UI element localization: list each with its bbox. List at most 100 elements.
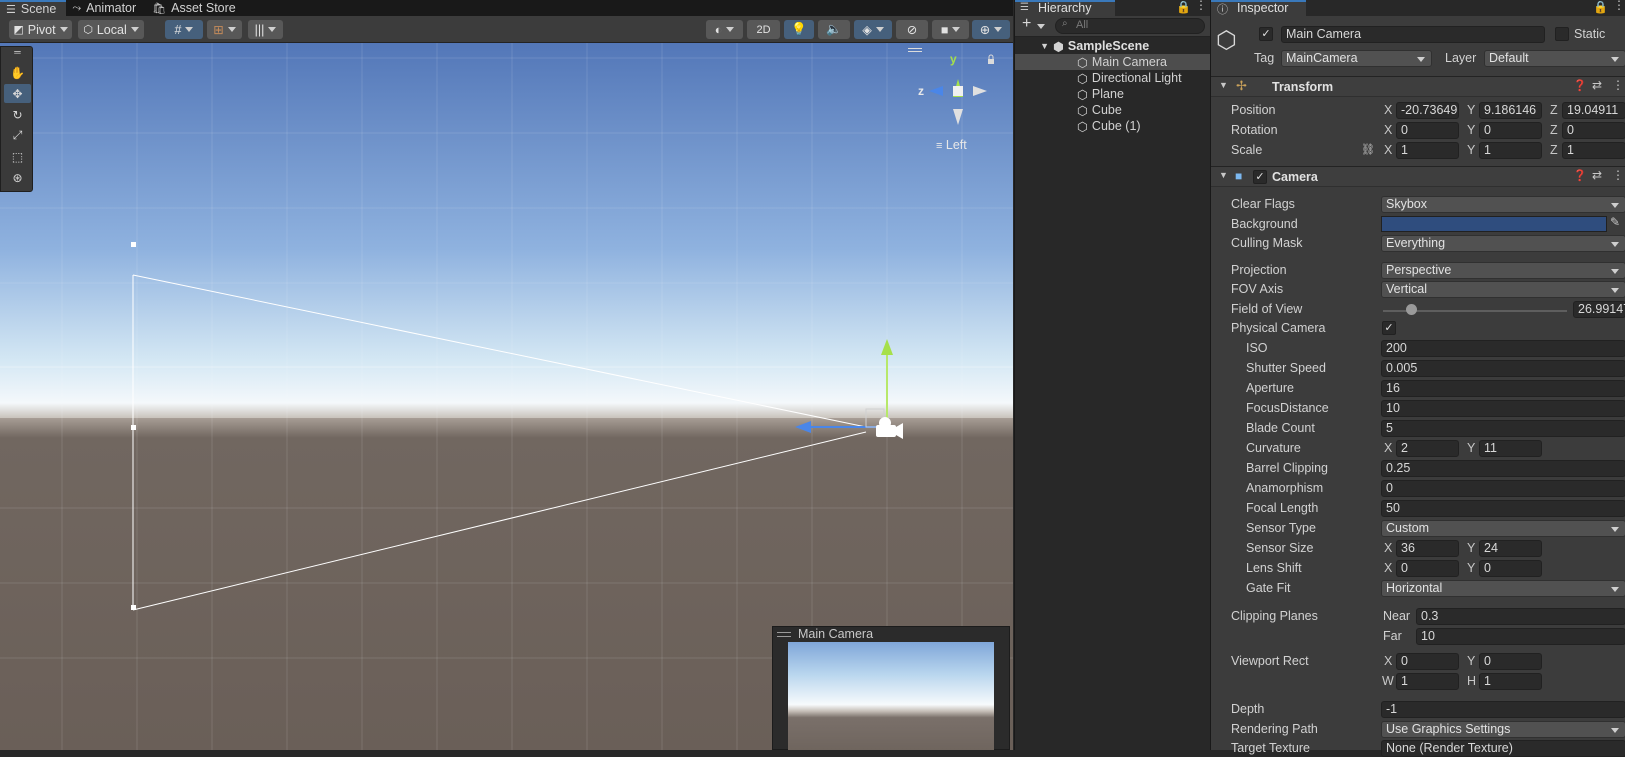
depth-field[interactable]: -1 xyxy=(1381,701,1625,718)
blade-count-field[interactable]: 5 xyxy=(1381,420,1625,437)
rotation-z-field[interactable]: 0 xyxy=(1562,122,1625,139)
aperture-field[interactable]: 16 xyxy=(1381,380,1625,397)
rotation-y-field[interactable]: 0 xyxy=(1479,122,1542,139)
static-checkbox[interactable] xyxy=(1555,27,1569,41)
tag-dropdown[interactable]: MainCamera xyxy=(1281,50,1432,67)
hierarchy-search-input[interactable]: ⌕ All xyxy=(1055,18,1205,34)
tab-asset-store[interactable]: 🛍 Asset Store xyxy=(146,0,246,16)
position-x-field[interactable]: -20.73649 xyxy=(1396,102,1459,119)
mode-2d-button[interactable]: 2D xyxy=(747,20,780,39)
lock-icon[interactable]: 🔒 xyxy=(1176,0,1191,14)
scene-visibility-toggle[interactable]: ⊘ xyxy=(896,20,928,39)
camera-enabled-checkbox[interactable]: ✓ xyxy=(1253,170,1267,184)
focus-distance-field[interactable]: 10 xyxy=(1381,400,1625,417)
hand-tool[interactable]: ✋ xyxy=(4,63,31,82)
shutter-speed-field[interactable]: 0.005 xyxy=(1381,360,1625,377)
help-icon[interactable]: ❓ xyxy=(1573,169,1587,182)
move-tool[interactable]: ✥ xyxy=(4,84,31,103)
shading-mode-button[interactable]: ◐ xyxy=(706,20,743,39)
clear-flags-dropdown[interactable]: Skybox xyxy=(1381,196,1625,213)
viewport-x-field[interactable]: 0 xyxy=(1396,653,1459,670)
scene-root-item[interactable]: ▼ ⬢ SampleScene xyxy=(1015,38,1210,54)
camera-settings-button[interactable]: ■ xyxy=(932,20,969,39)
transform-header[interactable]: ▼ ✢ Transform ❓ ⇄ ⋮ xyxy=(1211,76,1625,97)
grid-snap-button[interactable]: # xyxy=(165,20,203,39)
iso-field[interactable]: 200 xyxy=(1381,340,1625,357)
viewport-y-field[interactable]: 0 xyxy=(1479,653,1542,670)
object-name-field[interactable]: Main Camera xyxy=(1281,26,1545,43)
hierarchy-item-main-camera[interactable]: ⬡ Main Camera xyxy=(1015,54,1210,70)
active-checkbox[interactable]: ✓ xyxy=(1259,27,1273,41)
sensor-size-x-field[interactable]: 36 xyxy=(1396,540,1459,557)
create-plus-icon[interactable]: + xyxy=(1022,15,1031,33)
audio-toggle[interactable]: 🔈 xyxy=(818,20,850,39)
projection-dropdown[interactable]: Perspective xyxy=(1381,262,1625,279)
layer-dropdown[interactable]: Default xyxy=(1484,50,1625,67)
lighting-toggle[interactable]: 💡 xyxy=(784,20,814,39)
tab-inspector[interactable]: ⓘ Inspector xyxy=(1211,0,1306,16)
physical-camera-checkbox[interactable]: ✓ xyxy=(1382,321,1396,335)
near-clip-field[interactable]: 0.3 xyxy=(1416,608,1625,625)
far-clip-field[interactable]: 10 xyxy=(1416,628,1625,645)
more-options-icon[interactable]: ⋮ xyxy=(1612,168,1624,182)
transform-tool[interactable]: ⊛ xyxy=(4,168,31,187)
lens-shift-x-field[interactable]: 0 xyxy=(1396,560,1459,577)
rendering-path-dropdown[interactable]: Use Graphics Settings xyxy=(1381,721,1625,738)
background-color-field[interactable] xyxy=(1381,216,1607,232)
anamorphism-field[interactable]: 0 xyxy=(1381,480,1625,497)
effects-button[interactable]: ◈ xyxy=(854,20,892,39)
scale-y-field[interactable]: 1 xyxy=(1479,142,1542,159)
hierarchy-item-cube[interactable]: ⬡ Cube xyxy=(1015,102,1210,118)
tab-scene[interactable]: ☰ Scene xyxy=(0,0,67,16)
constrain-proportions-icon[interactable]: ⛓ xyxy=(1361,143,1375,156)
sensor-type-dropdown[interactable]: Custom xyxy=(1381,520,1625,537)
preset-icon[interactable]: ⇄ xyxy=(1592,78,1602,92)
culling-mask-dropdown[interactable]: Everything xyxy=(1381,235,1625,252)
viewport-h-field[interactable]: 1 xyxy=(1479,673,1542,690)
local-dropdown[interactable]: ⬡ Local xyxy=(78,20,144,39)
rect-tool[interactable]: ⬚ xyxy=(4,147,31,166)
tab-hierarchy[interactable]: ☰ Hierarchy xyxy=(1015,0,1115,16)
overlay-drag-icon[interactable] xyxy=(777,631,791,638)
barrel-clipping-field[interactable]: 0.25 xyxy=(1381,460,1625,477)
curvature-x-field[interactable]: 2 xyxy=(1396,440,1459,457)
static-label: Static xyxy=(1574,27,1606,41)
more-options-icon[interactable]: ⋮ xyxy=(1613,0,1625,12)
help-icon[interactable]: ❓ xyxy=(1573,79,1587,92)
fov-axis-dropdown[interactable]: Vertical xyxy=(1381,281,1625,298)
fov-value-field[interactable]: 26.99147 xyxy=(1573,301,1625,318)
tab-animator[interactable]: ⤳ Animator xyxy=(66,0,146,16)
scale-x-field[interactable]: 1 xyxy=(1396,142,1459,159)
focal-length-field[interactable]: 50 xyxy=(1381,500,1625,517)
viewport-w-field[interactable]: 1 xyxy=(1396,673,1459,690)
eyedropper-icon[interactable]: ✎ xyxy=(1610,215,1620,229)
lens-shift-y-field[interactable]: 0 xyxy=(1479,560,1542,577)
palette-drag-handle[interactable]: ═ xyxy=(4,48,31,57)
camera-header[interactable]: ▼ ■ ✓ Camera ❓ ⇄ ⋮ xyxy=(1211,166,1625,187)
rotation-x-field[interactable]: 0 xyxy=(1396,122,1459,139)
more-options-icon[interactable]: ⋮ xyxy=(1612,78,1624,92)
grid-visibility-button[interactable]: ||| xyxy=(248,20,283,39)
position-y-field[interactable]: 9.186146 xyxy=(1479,102,1542,119)
view-orientation-label[interactable]: ≡ Left xyxy=(936,138,967,152)
chevron-down-icon[interactable] xyxy=(1037,24,1045,29)
position-z-field[interactable]: 19.04911 xyxy=(1562,102,1625,119)
hierarchy-item-directional-light[interactable]: ⬡ Directional Light xyxy=(1015,70,1210,86)
pivot-dropdown[interactable]: ◩ Pivot xyxy=(9,20,72,39)
rotate-tool[interactable]: ↻ xyxy=(4,105,31,124)
lock-icon[interactable]: 🔒 xyxy=(1593,0,1608,14)
scale-tool[interactable]: ⤢ xyxy=(4,126,31,145)
fov-slider-knob[interactable] xyxy=(1405,304,1417,315)
hierarchy-item-plane[interactable]: ⬡ Plane xyxy=(1015,86,1210,102)
hierarchy-item-cube-1[interactable]: ⬡ Cube (1) xyxy=(1015,118,1210,134)
gizmos-button[interactable]: ⊕ xyxy=(972,20,1010,39)
grid-icon: ☰ xyxy=(6,3,16,16)
scale-z-field[interactable]: 1 xyxy=(1562,142,1625,159)
increment-snap-button[interactable]: ⊞ xyxy=(207,20,242,39)
gate-fit-dropdown[interactable]: Horizontal xyxy=(1381,580,1625,597)
curvature-y-field[interactable]: 11 xyxy=(1479,440,1542,457)
preset-icon[interactable]: ⇄ xyxy=(1592,168,1602,182)
more-options-icon[interactable]: ⋮ xyxy=(1195,0,1207,12)
target-texture-field[interactable]: None (Render Texture) xyxy=(1381,740,1625,757)
sensor-size-y-field[interactable]: 24 xyxy=(1479,540,1542,557)
